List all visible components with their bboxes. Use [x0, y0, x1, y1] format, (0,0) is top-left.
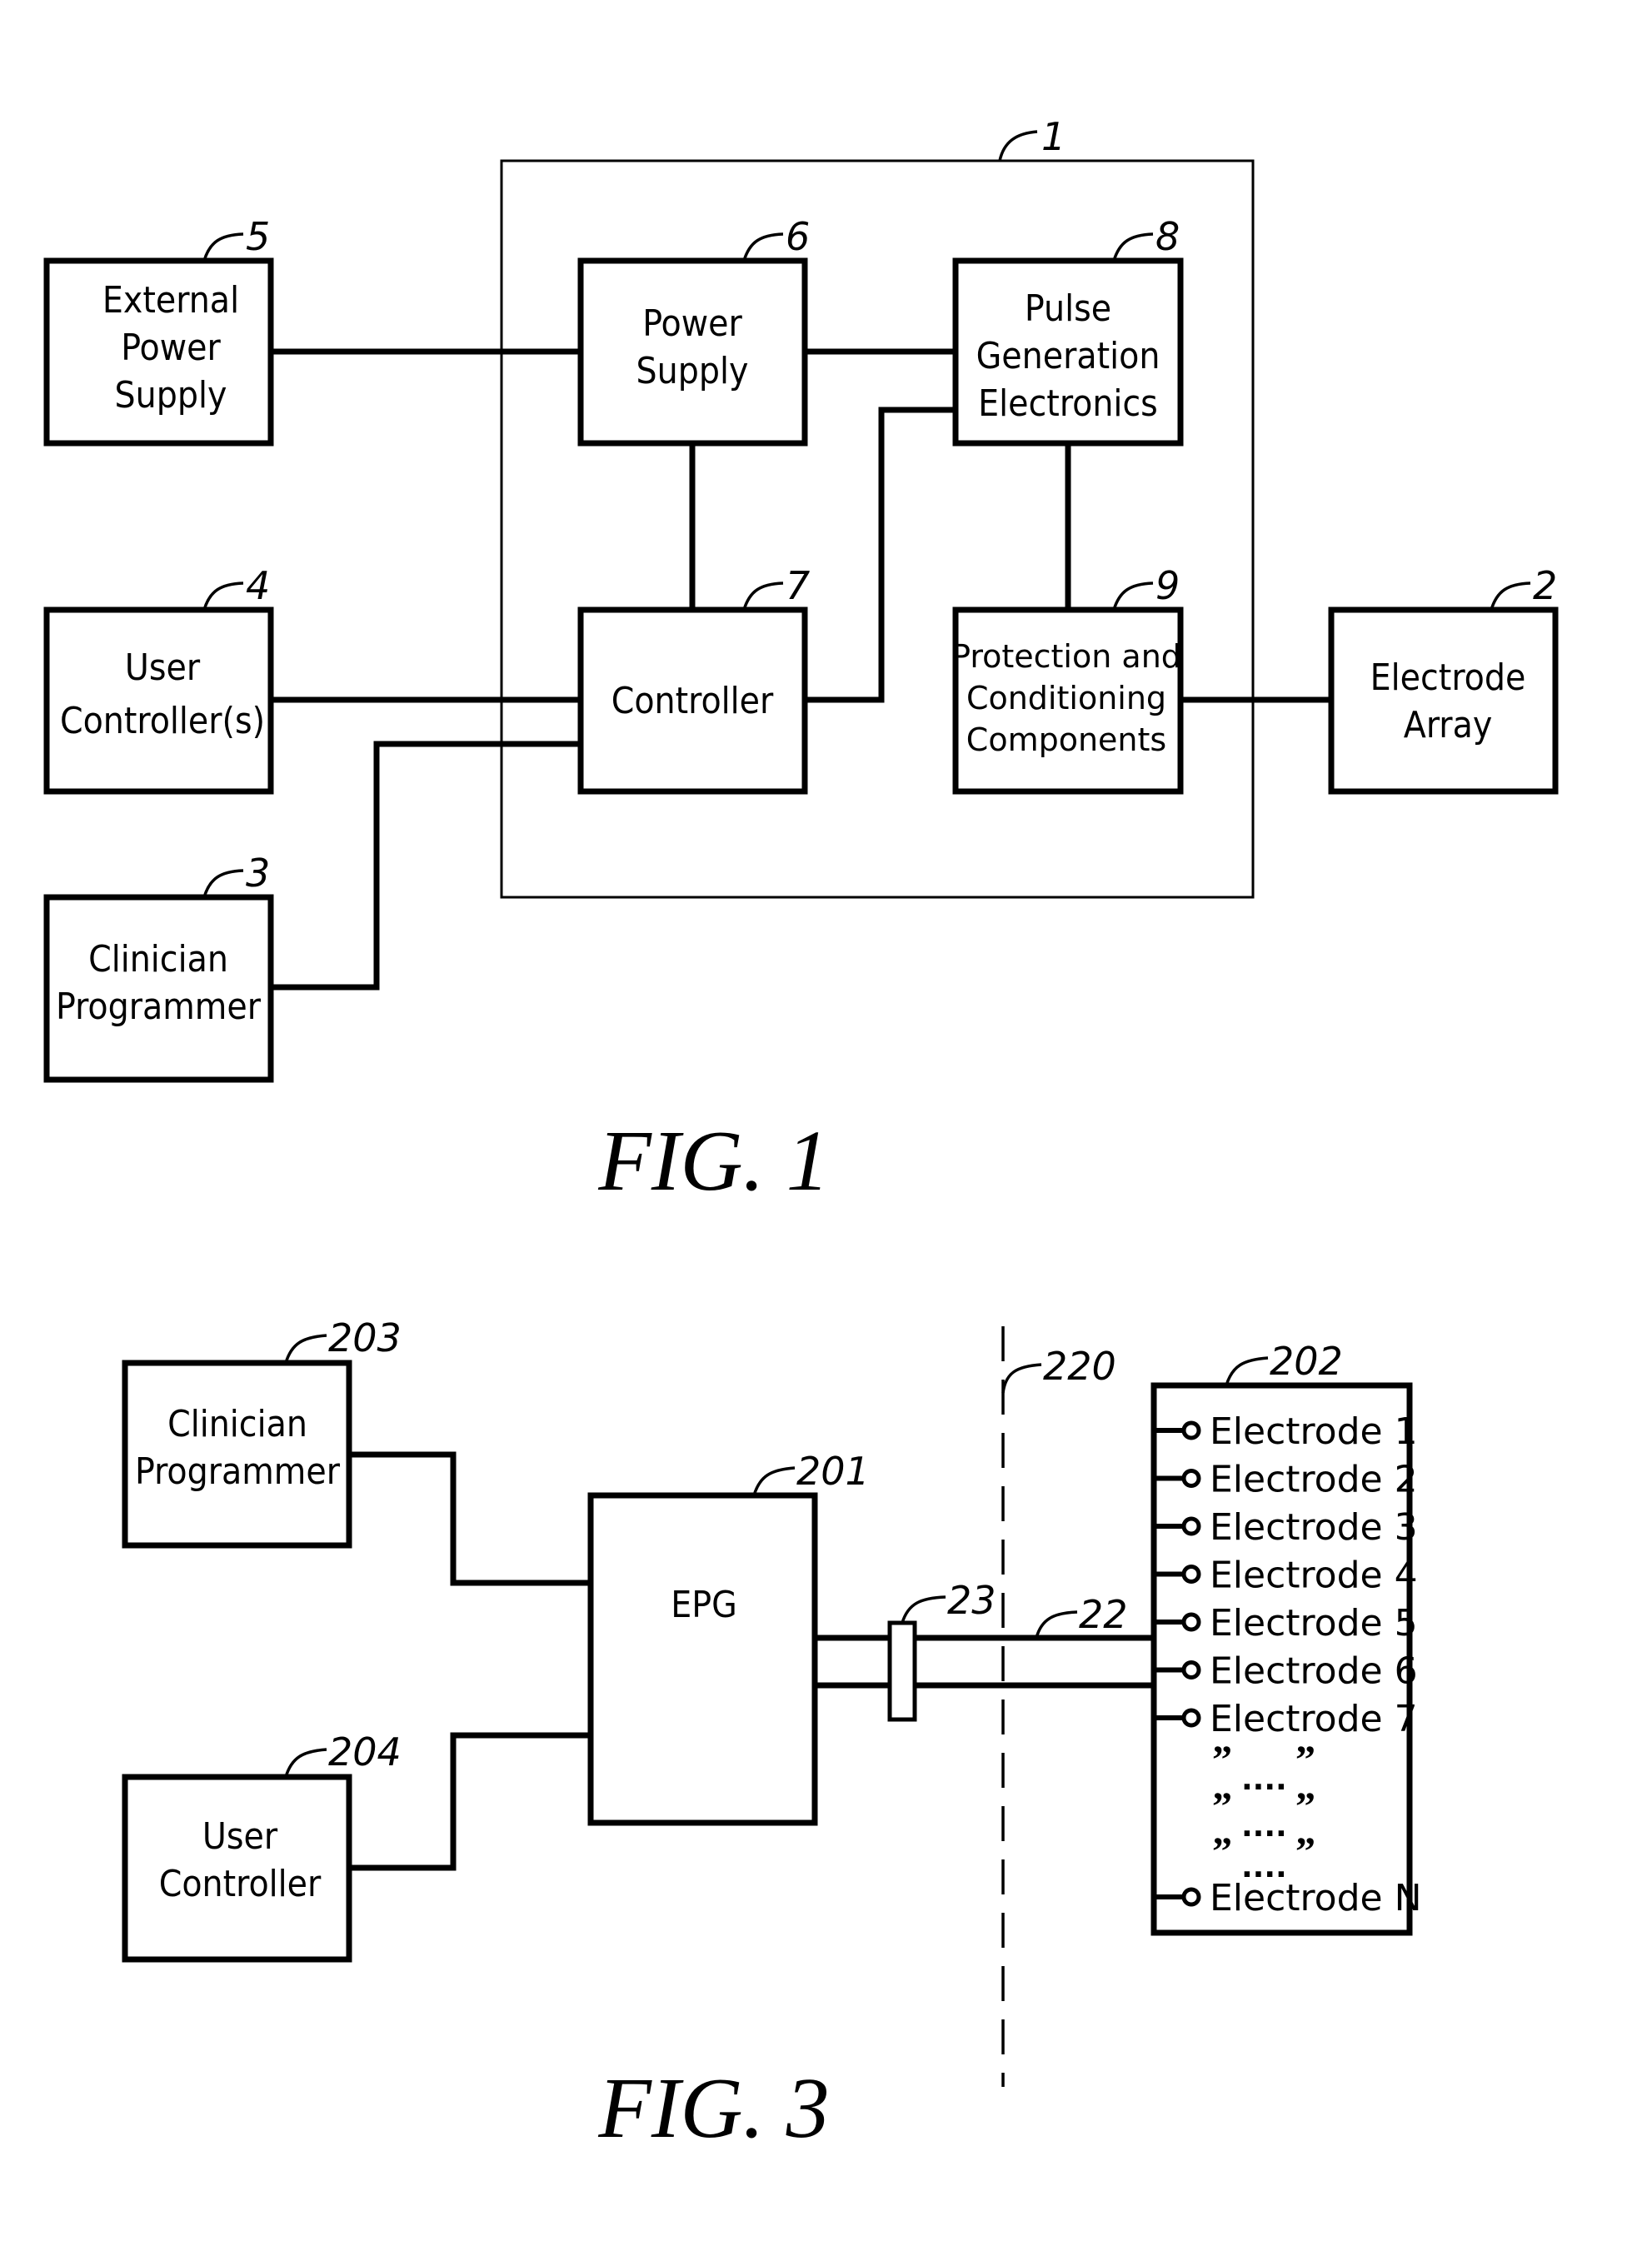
svg-text:Programmer: Programmer [56, 986, 262, 1028]
svg-text:Power: Power [121, 327, 221, 369]
block-power-supply: Power Supply 6 [577, 214, 810, 447]
ref-4: 4 [246, 563, 270, 608]
svg-text:Controller: Controller [159, 1863, 322, 1905]
ref-8: 8 [1155, 214, 1180, 259]
block-external-power-supply: External Power Supply 5 [43, 214, 274, 447]
svg-text:Power: Power [642, 302, 742, 345]
svg-text:Protection and: Protection and [951, 638, 1181, 675]
electrode-label: Electrode N [1210, 1877, 1421, 1919]
electrode-label: Electrode 5 [1210, 1602, 1418, 1645]
svg-text:Clinician: Clinician [88, 938, 228, 981]
ref-220: 220 [1043, 1344, 1116, 1389]
svg-text:Supply: Supply [115, 374, 227, 417]
patent-drawing: 1 External Power Supply 5 Power Supply 6… [43, 114, 1559, 2156]
electrode-contact-icon [1181, 1420, 1201, 1440]
ref-23: 23 [947, 1578, 996, 1623]
electrode-label: Electrode 1 [1210, 1410, 1418, 1453]
svg-text:User: User [202, 1815, 278, 1858]
svg-text:Generation: Generation [976, 335, 1160, 377]
svg-text:Conditioning: Conditioning [966, 680, 1166, 716]
svg-text:Controller(s): Controller(s) [60, 700, 265, 742]
svg-text:Electronics: Electronics [978, 382, 1158, 425]
ref-2: 2 [1533, 563, 1557, 608]
wire-clinician-to-epg [349, 1451, 591, 1586]
svg-text:EPG: EPG [671, 1584, 737, 1626]
svg-text:External: External [102, 279, 239, 322]
electrode-contact-icon [1181, 1660, 1201, 1680]
block-user-controller-204: User Controller 204 [122, 1729, 402, 1963]
svg-text:User: User [125, 646, 201, 689]
electrode-contact-icon [1181, 1516, 1201, 1536]
ref-7: 7 [786, 563, 810, 608]
svg-text:Electrode: Electrode [1370, 656, 1526, 699]
electrode-contact-icon [1181, 1708, 1201, 1728]
ref-6: 6 [786, 214, 810, 259]
block-user-controllers: User Controller(s) 4 [43, 563, 274, 795]
fig1: 1 External Power Supply 5 Power Supply 6… [43, 114, 1559, 1209]
wire-clinician-to-controller [271, 741, 581, 991]
ref-22: 22 [1079, 1592, 1128, 1637]
electrode-label: Electrode 2 [1210, 1459, 1418, 1501]
ref-leader-22 [1035, 1610, 1078, 1639]
ref-201: 201 [796, 1449, 870, 1494]
ellipsis: .... [1241, 1809, 1287, 1844]
wire-controller-to-pulse [805, 407, 956, 703]
block-electrodes: 202 Electrode 1 Electrode 2 Electrode 3 Ele… [1150, 1339, 1421, 1936]
electrode-label: Electrode 4 [1210, 1555, 1418, 1597]
fig3-caption: FIG. 3 [597, 2060, 829, 2156]
electrode-contact-icon [1181, 1565, 1201, 1584]
fig1-caption: FIG. 1 [597, 1113, 829, 1209]
block-clinician-programmer-203: Clinician Programmer 203 [122, 1315, 402, 1549]
ref-203: 203 [328, 1315, 402, 1360]
ditto-mark: ” [1212, 1738, 1232, 1782]
svg-text:Components: Components [966, 721, 1166, 758]
svg-text:Array: Array [1404, 704, 1493, 746]
block-electrode-array: Electrode Array 2 [1328, 563, 1559, 795]
ref-5: 5 [246, 214, 270, 259]
ref-202: 202 [1270, 1339, 1343, 1384]
block-controller: Controller 7 [577, 563, 810, 795]
electrode-contact-icon [1181, 1469, 1201, 1488]
ref-3: 3 [246, 851, 270, 896]
ref-9: 9 [1155, 563, 1180, 608]
block-pulse-generation: Pulse Generation Electronics 8 [952, 214, 1184, 447]
ellipsis: .... [1241, 1763, 1287, 1797]
svg-text:Clinician: Clinician [167, 1403, 307, 1445]
ditto-mark: ” [1295, 1784, 1315, 1829]
svg-text:Controller: Controller [611, 680, 774, 722]
connector: 23 [887, 1578, 996, 1722]
svg-text:Supply: Supply [636, 350, 749, 392]
ref-leader-1 [998, 130, 1038, 162]
electrode-contact-icon [1181, 1612, 1201, 1632]
ditto-mark: ” [1295, 1738, 1315, 1782]
svg-text:Pulse: Pulse [1025, 287, 1111, 330]
ditto-mark: ” [1212, 1829, 1232, 1874]
ditto-mark: ” [1212, 1784, 1232, 1829]
ditto-mark: ” [1295, 1829, 1315, 1874]
electrode-label: Electrode 6 [1210, 1650, 1418, 1693]
electrode-label: Electrode 3 [1210, 1506, 1418, 1549]
ref-204: 204 [328, 1729, 402, 1774]
ref-1: 1 [1041, 114, 1066, 159]
fig3: 220 Clinician Programmer 203 EPG 201 Use… [122, 1315, 1421, 2156]
block-clinician-programmer: Clinician Programmer 3 [43, 851, 274, 1083]
electrode-label: Electrode 7 [1210, 1698, 1418, 1740]
svg-text:Programmer: Programmer [135, 1450, 341, 1493]
